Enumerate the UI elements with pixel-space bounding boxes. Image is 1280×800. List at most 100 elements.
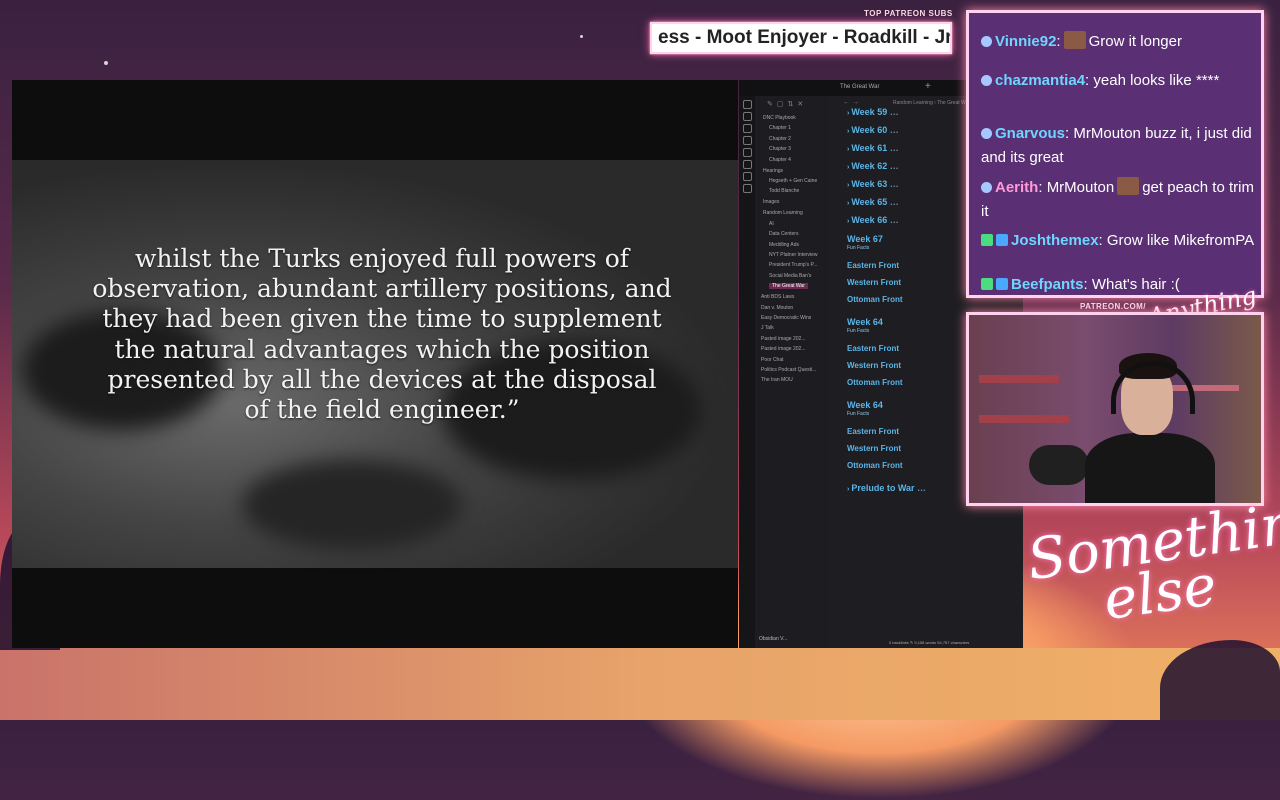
heading-week[interactable]: › Week 63 … bbox=[847, 179, 899, 189]
file-tree-item[interactable]: DNC Playbook bbox=[763, 115, 796, 121]
calendar-icon[interactable] bbox=[743, 136, 752, 145]
file-tree-item[interactable]: Chapter 4 bbox=[769, 157, 791, 163]
heading-front[interactable]: Eastern Front bbox=[847, 261, 899, 270]
chevron-right-icon[interactable]: › bbox=[847, 200, 849, 207]
file-tree-item[interactable]: Easy Democratic Wins bbox=[761, 315, 811, 321]
file-tree-item[interactable]: Hearings bbox=[763, 168, 783, 174]
file-tree-item[interactable]: Politics Podcast Questi... bbox=[761, 367, 816, 373]
heading-text: Week 66 bbox=[851, 215, 888, 225]
file-tree-item[interactable]: Data Centers bbox=[769, 231, 798, 237]
heading-text: Western Front bbox=[847, 278, 902, 287]
file-tree-item[interactable]: Dan v. Mouton bbox=[761, 305, 793, 311]
file-tree-item[interactable]: Random Learning bbox=[763, 210, 803, 216]
ticker-title: TOP PATREON SUBS bbox=[864, 9, 953, 18]
heading-front[interactable]: Western Front bbox=[847, 278, 901, 287]
chevron-right-icon[interactable]: › bbox=[847, 218, 849, 225]
heading-front[interactable]: Western Front bbox=[847, 444, 901, 453]
heading-week[interactable]: › Week 60 … bbox=[847, 125, 899, 135]
heading-week[interactable]: Week 67 bbox=[847, 234, 883, 244]
heading-week[interactable]: › Week 66 … bbox=[847, 215, 899, 225]
heading-front[interactable]: Ottoman Front bbox=[847, 461, 903, 470]
chat-username[interactable]: Aerith bbox=[995, 179, 1038, 196]
file-tree-item[interactable]: Social Media Ban's bbox=[769, 273, 811, 279]
chat-username[interactable]: Vinnie92 bbox=[995, 33, 1056, 50]
file-tree-item[interactable]: Meddling Ads bbox=[769, 242, 799, 248]
ground-decoration bbox=[0, 648, 1280, 720]
chevron-right-icon[interactable]: › bbox=[847, 182, 849, 189]
chevron-right-icon[interactable]: › bbox=[847, 486, 849, 493]
heading-text: Eastern Front bbox=[847, 427, 900, 436]
collapsed-ellipsis: … bbox=[887, 161, 899, 171]
heading-week[interactable]: › Week 62 … bbox=[847, 161, 899, 171]
files-icon[interactable] bbox=[743, 100, 752, 109]
file-tree-item[interactable]: NYT Platner Interview bbox=[769, 252, 818, 258]
heading-text: Week 63 bbox=[851, 179, 888, 189]
publish-icon[interactable] bbox=[743, 172, 752, 181]
heading-week[interactable]: › Prelude to War … bbox=[847, 483, 926, 493]
heading-front[interactable]: Eastern Front bbox=[847, 344, 899, 353]
chat-badge-icon bbox=[981, 234, 993, 246]
heading-text: Western Front bbox=[847, 361, 902, 370]
file-tree-item[interactable]: The Great War bbox=[769, 283, 808, 290]
file-tree-item[interactable]: Poor Chat bbox=[761, 357, 784, 363]
chat-text: MrMouton bbox=[1046, 179, 1115, 196]
file-tree-item[interactable]: Chapter 3 bbox=[769, 146, 791, 152]
chat-text: What's hair :( bbox=[1091, 276, 1180, 293]
send-icon[interactable] bbox=[743, 184, 752, 193]
file-tree-item[interactable]: Chapter 1 bbox=[769, 125, 791, 131]
chevron-right-icon[interactable]: › bbox=[847, 164, 849, 171]
star-decoration bbox=[580, 35, 583, 38]
chevron-right-icon[interactable]: › bbox=[847, 110, 849, 117]
heading-text: Western Front bbox=[847, 444, 902, 453]
chat-separator: : bbox=[1083, 276, 1092, 293]
heading-text: Week 60 bbox=[851, 125, 888, 135]
collapsed-ellipsis: … bbox=[887, 197, 899, 207]
collapsed-ellipsis: … bbox=[887, 143, 899, 153]
file-tree-toolbar[interactable]: ✎▢⇅✕ bbox=[767, 100, 807, 108]
chat-text: Grow it longer bbox=[1088, 33, 1182, 50]
heading-front[interactable]: Ottoman Front bbox=[847, 295, 903, 304]
file-tree-item[interactable]: J Talk bbox=[761, 325, 774, 331]
patreon-ticker: ess - Moot Enjoyer - Roadkill - Jrb bbox=[650, 22, 952, 54]
file-tree-item[interactable]: Anti BDS Laws bbox=[761, 294, 794, 300]
heading-week[interactable]: › Week 65 … bbox=[847, 197, 899, 207]
heading-subtitle: Fun Facts bbox=[847, 328, 870, 334]
heading-week[interactable]: Week 64 bbox=[847, 400, 883, 410]
chat-badge-icon bbox=[996, 234, 1008, 246]
chevron-right-icon[interactable]: › bbox=[847, 128, 849, 135]
heading-week[interactable]: Week 64 bbox=[847, 317, 883, 327]
shelf bbox=[979, 375, 1059, 383]
chat-username[interactable]: Beefpants bbox=[1011, 276, 1084, 293]
chevron-right-icon[interactable]: › bbox=[847, 146, 849, 153]
tab-the-great-war[interactable]: The Great War bbox=[840, 84, 879, 90]
heading-front[interactable]: Eastern Front bbox=[847, 427, 899, 436]
vault-name[interactable]: Obsidian V... bbox=[759, 636, 787, 642]
chat-username[interactable]: Joshthemex bbox=[1011, 232, 1099, 249]
template-icon[interactable] bbox=[743, 148, 752, 157]
file-tree-item[interactable]: Chapter 2 bbox=[769, 136, 791, 142]
file-tree-item[interactable]: Todd Blanche bbox=[769, 188, 799, 194]
chat-username[interactable]: chazmantia4 bbox=[995, 72, 1085, 89]
chat-message: Joshthemex: Grow like MikefromPA bbox=[981, 229, 1257, 253]
file-tree-item[interactable]: The Iran MOU bbox=[761, 377, 793, 383]
new-tab-icon[interactable]: + bbox=[925, 81, 931, 92]
terminal-icon[interactable] bbox=[743, 160, 752, 169]
canvas-icon[interactable] bbox=[743, 124, 752, 133]
file-tree-item[interactable]: Images bbox=[763, 199, 779, 205]
breadcrumb: Random Learning › The Great W bbox=[893, 100, 966, 106]
file-tree-item[interactable]: President Trump's P... bbox=[769, 262, 817, 268]
nav-arrows[interactable]: ← → bbox=[843, 99, 859, 106]
video-player[interactable]: whilst the Turks enjoyed full powers of … bbox=[12, 80, 738, 648]
chat-username[interactable]: Gnarvous bbox=[995, 125, 1065, 142]
heading-week[interactable]: › Week 61 … bbox=[847, 143, 899, 153]
heading-week[interactable]: › Week 59 … bbox=[847, 107, 899, 117]
file-tree-item[interactable]: Pasted image 202... bbox=[761, 346, 805, 352]
file-tree-item[interactable]: AI bbox=[769, 221, 774, 227]
heading-front[interactable]: Ottoman Front bbox=[847, 378, 903, 387]
ticker-text: ess - Moot Enjoyer - Roadkill - Jrb bbox=[658, 27, 952, 48]
file-tree-item[interactable]: Pasted image 202... bbox=[761, 336, 805, 342]
streamer-body bbox=[1085, 433, 1215, 503]
graph-icon[interactable] bbox=[743, 112, 752, 121]
heading-front[interactable]: Western Front bbox=[847, 361, 901, 370]
file-tree-item[interactable]: Hegseth + Gen Caine bbox=[769, 178, 817, 184]
